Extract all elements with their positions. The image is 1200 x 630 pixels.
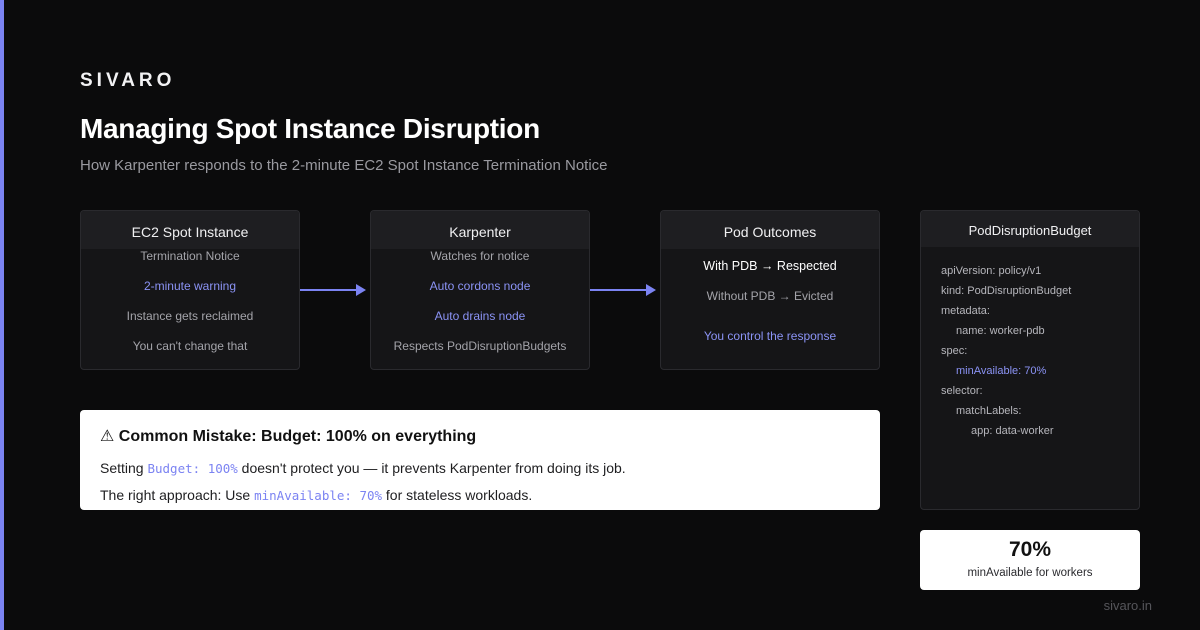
stat-value: 70% — [1008, 538, 1052, 561]
callout-text: for stateless workloads. — [382, 487, 533, 503]
callout-line: Setting Budget: 100% doesn't protect you… — [100, 455, 860, 482]
pdb-yaml-card: PodDisruptionBudget apiVersion: policy/v… — [920, 210, 1140, 510]
yaml-line: kind: PodDisruptionBudget — [941, 285, 1072, 297]
callout-title: ⚠ Common Mistake: Budget: 100% on everyt… — [100, 428, 477, 445]
yaml-line: name: worker-pdb — [956, 325, 1045, 337]
callout-text: doesn't protect you — it prevents Karpen… — [237, 460, 626, 476]
card-row: Without PDB → Evicted — [706, 289, 834, 303]
yaml-line: app: data-worker — [971, 425, 1054, 437]
yaml-code-block: apiVersion: policy/v1 kind: PodDisruptio… — [921, 247, 1139, 441]
yaml-line: apiVersion: policy/v1 — [941, 265, 1042, 277]
flow-arrow-2 — [590, 284, 656, 296]
card-row: Auto drains node — [434, 309, 526, 323]
karpenter-card: Karpenter Watches for notice Auto cordon… — [370, 210, 590, 370]
ec2-spot-instance-card: EC2 Spot Instance Termination Notice 2-m… — [80, 210, 300, 370]
card-row: Auto cordons node — [429, 279, 531, 293]
pod-outcomes-card: Pod Outcomes With PDB → Respected Withou… — [660, 210, 880, 370]
page-title: Managing Spot Instance Disruption — [80, 113, 540, 144]
card-row: 2-minute warning — [143, 279, 237, 293]
yaml-line: selector: — [941, 385, 983, 397]
inline-code: Budget: 100% — [147, 461, 238, 476]
callout-text: The right approach: Use — [100, 487, 255, 503]
callout-line: The right approach: Use minAvailable: 70… — [100, 482, 860, 509]
stat-label: minAvailable for workers — [967, 567, 1093, 579]
brand-logo: SIVARO — [80, 70, 176, 91]
card-row: With PDB → Respected — [703, 259, 837, 273]
yaml-line: matchLabels: — [956, 405, 1022, 417]
card-row: Watches for notice — [430, 249, 530, 263]
yaml-line: spec: — [941, 345, 968, 357]
card-row: You can't change that — [132, 339, 248, 353]
accent-bar — [0, 0, 4, 630]
card-row: Instance gets reclaimed — [126, 309, 254, 323]
card-row: Termination Notice — [140, 249, 240, 263]
callout-text: Setting — [100, 460, 148, 476]
page-subtitle: How Karpenter responds to the 2-minute E… — [80, 157, 608, 174]
stat-box: 70% minAvailable for workers — [920, 530, 1140, 590]
card-title: PodDisruptionBudget — [921, 211, 1139, 247]
inline-code: minAvailable: 70% — [254, 488, 383, 503]
yaml-line: minAvailable: 70% — [956, 365, 1047, 377]
footer-url: sivaro.in — [1103, 598, 1152, 613]
card-title: Pod Outcomes — [661, 211, 879, 249]
common-mistake-callout: ⚠ Common Mistake: Budget: 100% on everyt… — [80, 410, 880, 510]
flow-arrow-1 — [300, 284, 366, 296]
card-row: Respects PodDisruptionBudgets — [393, 339, 567, 353]
yaml-line: metadata: — [941, 305, 990, 317]
card-row: You control the response — [703, 329, 837, 343]
